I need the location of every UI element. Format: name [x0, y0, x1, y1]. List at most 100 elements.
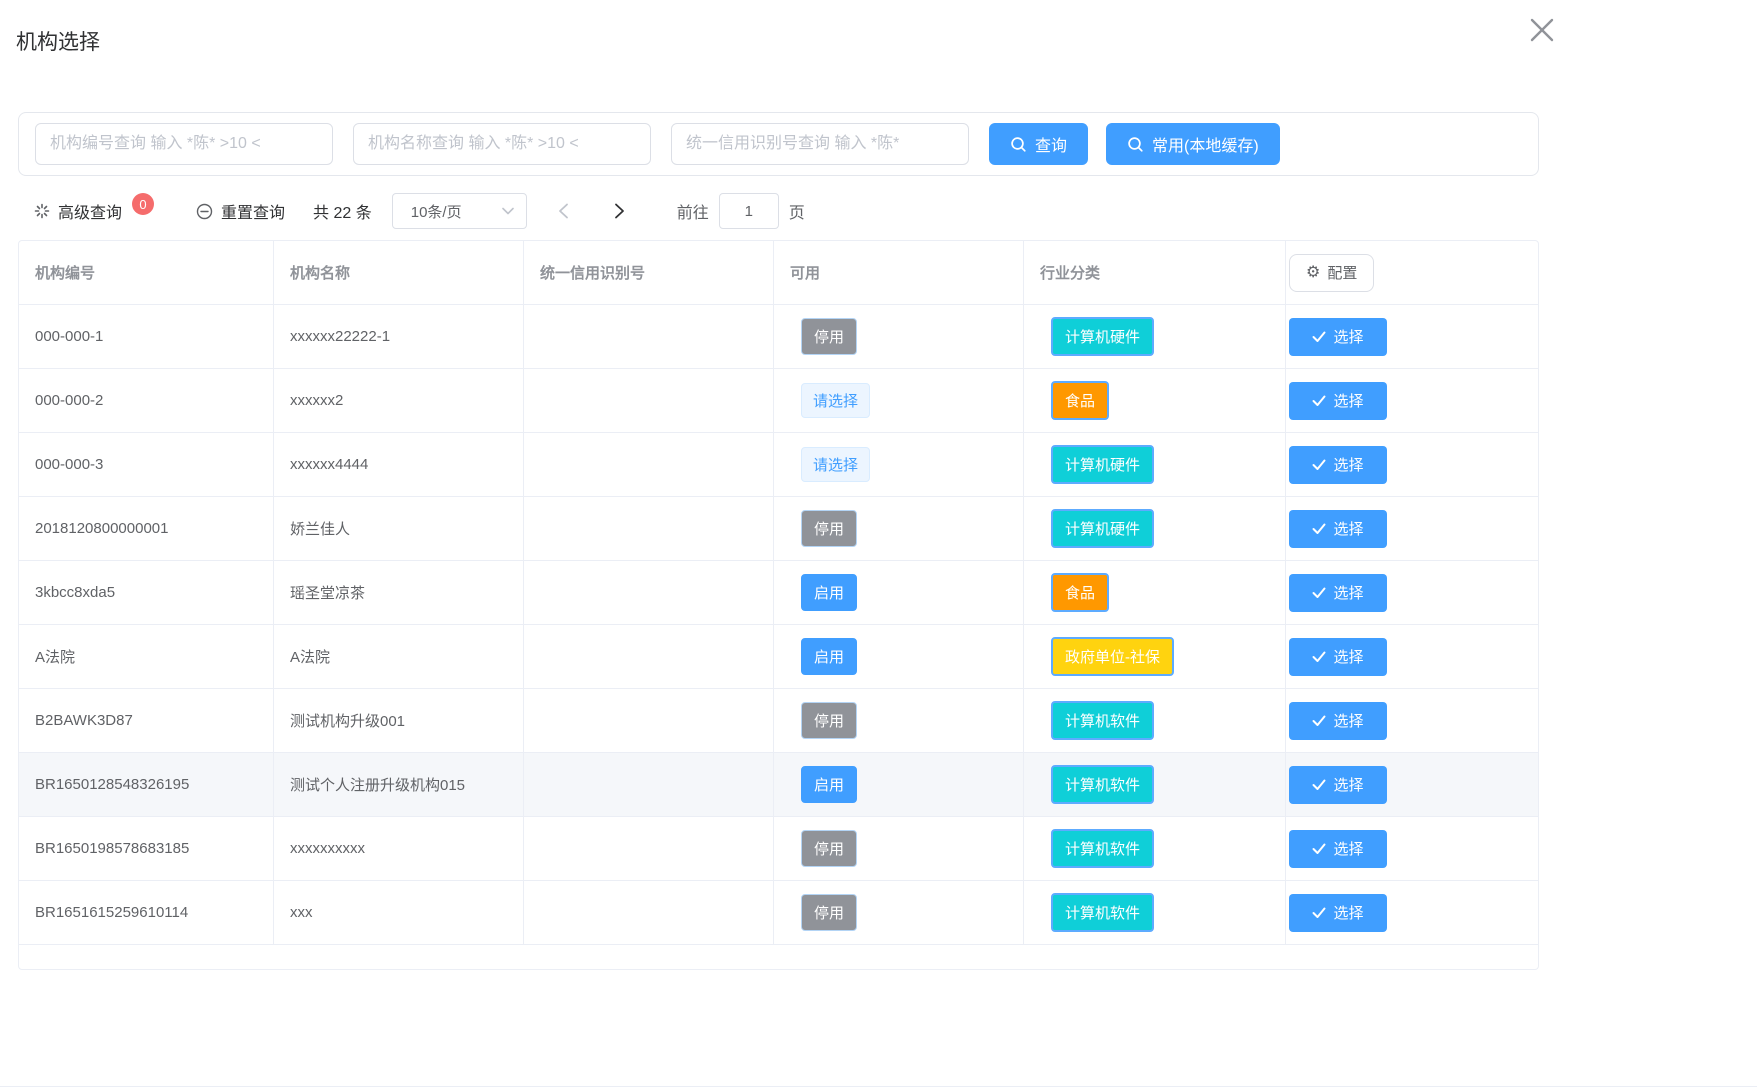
cell-credit-code	[524, 881, 774, 944]
cell-org-name: 测试机构升级001	[274, 689, 524, 752]
check-icon	[1312, 395, 1326, 407]
cell-org-name: 瑶圣堂凉茶	[274, 561, 524, 624]
select-button[interactable]: 选择	[1289, 766, 1387, 804]
table-header-row: 机构编号 机构名称 统一信用识别号 可用 行业分类 ⚙ 配置	[19, 241, 1538, 305]
header-org-name: 机构名称	[274, 241, 524, 304]
cell-credit-code	[524, 305, 774, 368]
close-icon[interactable]	[1524, 12, 1560, 48]
industry-badge[interactable]: 计算机软件	[1051, 701, 1154, 740]
reset-query-button[interactable]: 重置查询	[196, 199, 285, 223]
select-button[interactable]: 选择	[1289, 638, 1387, 676]
organization-table: 机构编号 机构名称 统一信用识别号 可用 行业分类 ⚙ 配置 000-000-1…	[18, 240, 1539, 970]
check-icon	[1312, 779, 1326, 791]
industry-badge[interactable]: 计算机软件	[1051, 829, 1154, 868]
advanced-query-label: 高级查询	[58, 199, 122, 223]
status-badge[interactable]: 停用	[801, 702, 857, 739]
reset-query-label: 重置查询	[221, 199, 285, 223]
credit-code-search-input[interactable]	[671, 123, 969, 165]
toolbar: 高级查询 0 重置查询 共 22 条 10条/页 前往 页	[18, 193, 1539, 229]
select-button[interactable]: 选择	[1289, 574, 1387, 612]
page-title: 机构选择	[16, 26, 100, 56]
status-badge[interactable]: 启用	[801, 574, 857, 611]
industry-badge[interactable]: 计算机硬件	[1051, 509, 1154, 548]
frequently-used-button-label: 常用(本地缓存)	[1152, 132, 1259, 156]
select-button[interactable]: 选择	[1289, 830, 1387, 868]
select-button-label: 选择	[1333, 390, 1363, 411]
goto-page-input[interactable]	[719, 193, 779, 229]
table-footer-space	[19, 945, 1538, 969]
select-button-label: 选择	[1333, 646, 1363, 667]
header-industry: 行业分类	[1024, 241, 1286, 304]
check-icon	[1312, 907, 1326, 919]
advanced-query-button[interactable]: 高级查询 0	[34, 199, 154, 223]
chevron-down-icon	[502, 207, 514, 215]
cell-credit-code	[524, 625, 774, 688]
advanced-query-count-badge: 0	[132, 193, 154, 215]
industry-badge[interactable]: 政府单位-社保	[1051, 637, 1174, 676]
status-badge[interactable]: 启用	[801, 766, 857, 803]
query-button[interactable]: 查询	[989, 123, 1088, 165]
industry-badge[interactable]: 计算机软件	[1051, 893, 1154, 932]
table-row: A法院 A法院 启用 政府单位-社保 选择	[19, 625, 1538, 689]
search-panel: 查询 常用(本地缓存)	[18, 112, 1539, 176]
header-credit-code: 统一信用识别号	[524, 241, 774, 304]
status-badge[interactable]: 停用	[801, 830, 857, 867]
select-button-label: 选择	[1333, 902, 1363, 923]
cell-org-code: BR1650198578683185	[19, 817, 274, 880]
org-name-search-input[interactable]	[353, 123, 651, 165]
cell-credit-code	[524, 369, 774, 432]
cell-org-name: 娇兰佳人	[274, 497, 524, 560]
page-size-select[interactable]: 10条/页	[392, 193, 527, 229]
cell-org-name: 测试个人注册升级机构015	[274, 753, 524, 816]
org-code-search-input[interactable]	[35, 123, 333, 165]
table-body: 000-000-1 xxxxxx22222-1 停用 计算机硬件 选择 000-…	[19, 305, 1538, 945]
header-org-code: 机构编号	[19, 241, 274, 304]
check-icon	[1312, 331, 1326, 343]
industry-badge[interactable]: 计算机硬件	[1051, 317, 1154, 356]
header-available: 可用	[774, 241, 1024, 304]
table-row: 000-000-2 xxxxxx2 请选择 食品 选择	[19, 369, 1538, 433]
config-button[interactable]: ⚙ 配置	[1289, 254, 1374, 292]
status-badge[interactable]: 启用	[801, 638, 857, 675]
status-badge[interactable]: 停用	[801, 510, 857, 547]
config-button-label: 配置	[1327, 262, 1357, 283]
cell-org-name: xxxxxx22222-1	[274, 305, 524, 368]
next-page-button[interactable]	[605, 196, 635, 226]
select-button[interactable]: 选择	[1289, 894, 1387, 932]
cell-org-code: A法院	[19, 625, 274, 688]
industry-badge[interactable]: 食品	[1051, 381, 1109, 420]
frequently-used-button[interactable]: 常用(本地缓存)	[1106, 123, 1280, 165]
prev-page-button[interactable]	[549, 196, 579, 226]
industry-badge[interactable]: 计算机硬件	[1051, 445, 1154, 484]
select-button[interactable]: 选择	[1289, 318, 1387, 356]
cell-org-code: BR1650128548326195	[19, 753, 274, 816]
select-button-label: 选择	[1333, 326, 1363, 347]
cell-org-code: B2BAWK3D87	[19, 689, 274, 752]
check-icon	[1312, 459, 1326, 471]
status-badge[interactable]: 请选择	[801, 447, 870, 482]
table-row: 000-000-1 xxxxxx22222-1 停用 计算机硬件 选择	[19, 305, 1538, 369]
cell-org-name: xxx	[274, 881, 524, 944]
status-badge[interactable]: 停用	[801, 894, 857, 931]
industry-badge[interactable]: 计算机软件	[1051, 765, 1154, 804]
select-button-label: 选择	[1333, 582, 1363, 603]
cell-credit-code	[524, 753, 774, 816]
cell-org-code: 3kbcc8xda5	[19, 561, 274, 624]
select-button[interactable]: 选择	[1289, 510, 1387, 548]
industry-badge[interactable]: 食品	[1051, 573, 1109, 612]
select-button[interactable]: 选择	[1289, 382, 1387, 420]
select-button[interactable]: 选择	[1289, 446, 1387, 484]
status-badge[interactable]: 请选择	[801, 383, 870, 418]
dialog-footer-divider	[0, 1086, 1757, 1087]
table-row: B2BAWK3D87 测试机构升级001 停用 计算机软件 选择	[19, 689, 1538, 753]
select-button-label: 选择	[1333, 710, 1363, 731]
cell-org-code: 000-000-1	[19, 305, 274, 368]
cell-org-name: xxxxxx4444	[274, 433, 524, 496]
check-icon	[1312, 715, 1326, 727]
select-button[interactable]: 选择	[1289, 702, 1387, 740]
page-size-value: 10条/页	[411, 201, 462, 222]
goto-page-suffix: 页	[789, 199, 805, 223]
status-badge[interactable]: 停用	[801, 318, 857, 355]
check-icon	[1312, 523, 1326, 535]
select-button-label: 选择	[1333, 454, 1363, 475]
